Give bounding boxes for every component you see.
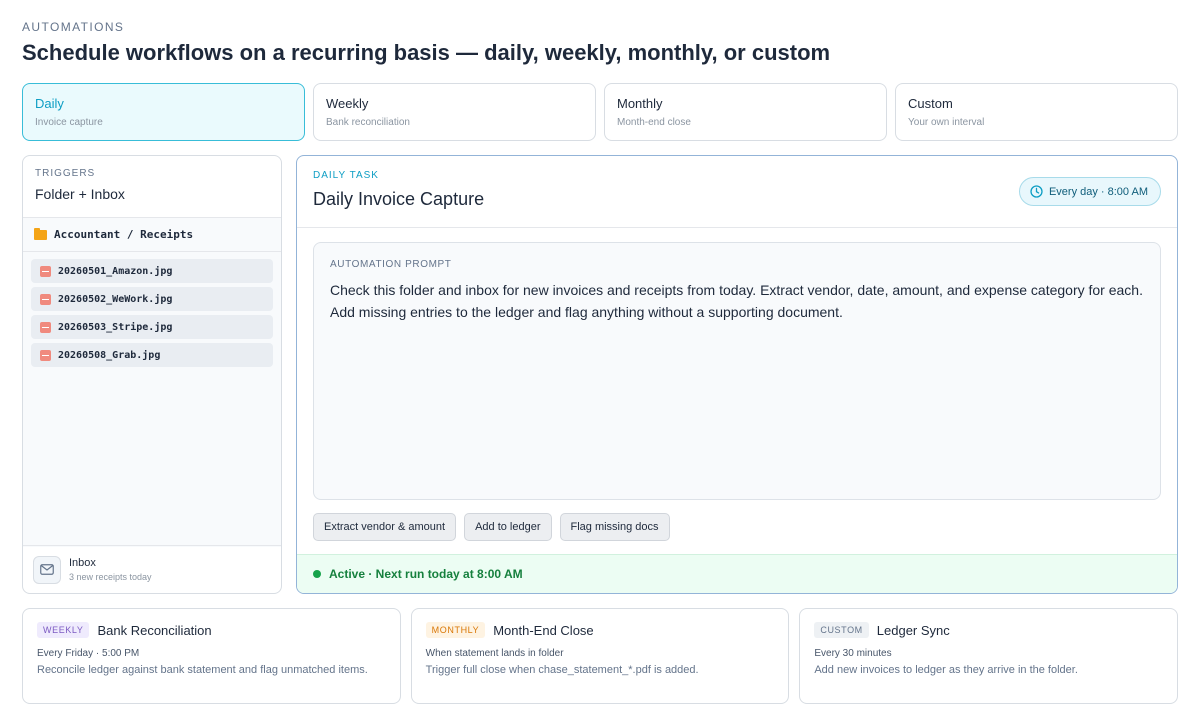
inbox-trigger[interactable]: Inbox 3 new receipts today (23, 545, 281, 593)
tab-subtitle: Month-end close (617, 117, 691, 128)
inbox-subtitle: 3 new receipts today (69, 572, 152, 582)
status-bar: Active · Next run today at 8:00 AM (297, 554, 1177, 593)
file-item[interactable]: 20260503_Stripe.jpg (31, 315, 273, 339)
tab-daily[interactable]: Daily Invoice capture (22, 83, 305, 141)
card-title: Ledger Sync (876, 622, 950, 638)
schedule-pill[interactable]: Every day · 8:00 AM (1018, 177, 1161, 206)
frequency-badge: CUSTOM (814, 622, 869, 638)
chip-flag-missing-docs[interactable]: Flag missing docs (559, 513, 670, 541)
image-file-icon (40, 265, 51, 277)
schedule-label: Every day · 8:00 AM (1048, 185, 1148, 198)
tab-custom[interactable]: Custom Your own interval (895, 83, 1178, 141)
card-description: Trigger full close when chase_statement_… (425, 664, 699, 676)
frequency-badge: WEEKLY (37, 622, 90, 638)
image-file-icon (40, 293, 51, 305)
card-description: Add new invoices to ledger as they arriv… (814, 664, 1078, 676)
page-eyebrow: AUTOMATIONS (22, 20, 125, 34)
file-item[interactable]: 20260502_WeWork.jpg (31, 287, 273, 311)
frequency-badge: MONTHLY (425, 622, 486, 638)
file-name: 20260508_Grab.jpg (58, 349, 161, 361)
tab-subtitle: Your own interval (908, 117, 985, 128)
triggers-header: TRIGGERS Folder + Inbox (23, 156, 281, 218)
tab-label: Custom (908, 96, 953, 111)
triggers-title: Folder + Inbox (35, 186, 125, 202)
file-list: 20260501_Amazon.jpg 20260502_WeWork.jpg … (23, 252, 281, 547)
file-name: 20260503_Stripe.jpg (58, 321, 173, 333)
card-schedule: When statement lands in folder (425, 648, 564, 659)
card-title: Bank Reconciliation (97, 622, 212, 638)
automation-card-monthly[interactable]: MONTHLY Month-End Close When statement l… (410, 608, 790, 704)
prompt-label: AUTOMATION PROMPT (330, 259, 452, 270)
folder-icon (34, 227, 47, 240)
status-text: Active · Next run today at 8:00 AM (329, 567, 523, 581)
frequency-tabs: Daily Invoice capture Weekly Bank reconc… (22, 83, 1178, 141)
card-title: Month-End Close (493, 622, 594, 638)
card-description: Reconcile ledger against bank statement … (37, 664, 368, 676)
image-file-icon (40, 321, 51, 333)
clock-icon (1030, 185, 1043, 198)
page-title: Schedule workflows on a recurring basis … (22, 40, 831, 65)
tab-label: Weekly (326, 96, 369, 111)
folder-path[interactable]: Accountant / Receipts (23, 218, 281, 252)
image-file-icon (40, 349, 51, 361)
file-item[interactable]: 20260508_Grab.jpg (31, 343, 273, 367)
file-item[interactable]: 20260501_Amazon.jpg (31, 259, 273, 283)
task-header: DAILY TASK Daily Invoice Capture Every d… (297, 156, 1177, 228)
status-dot (313, 570, 321, 578)
chip-extract-vendor[interactable]: Extract vendor & amount (313, 513, 457, 541)
inbox-title: Inbox (69, 557, 96, 569)
triggers-panel: TRIGGERS Folder + Inbox Accountant / Rec… (22, 155, 282, 594)
tab-subtitle: Bank reconciliation (326, 117, 410, 128)
prompt-text[interactable]: Check this folder and inbox for new invo… (330, 279, 1144, 323)
triggers-eyebrow: TRIGGERS (35, 168, 96, 179)
tab-monthly[interactable]: Monthly Month-end close (604, 83, 887, 141)
task-panel: DAILY TASK Daily Invoice Capture Every d… (296, 155, 1178, 594)
automation-card-custom[interactable]: CUSTOM Ledger Sync Every 30 minutes Add … (799, 608, 1179, 704)
chip-add-to-ledger[interactable]: Add to ledger (464, 513, 552, 541)
action-chips: Extract vendor & amount Add to ledger Fl… (313, 513, 670, 541)
tab-weekly[interactable]: Weekly Bank reconciliation (313, 83, 596, 141)
other-automations: WEEKLY Bank Reconciliation Every Friday … (22, 608, 1179, 704)
file-name: 20260501_Amazon.jpg (58, 265, 173, 277)
tab-label: Daily (35, 96, 64, 111)
folder-label: Accountant / Receipts (54, 228, 194, 241)
card-schedule: Every 30 minutes (814, 648, 892, 659)
automation-card-weekly[interactable]: WEEKLY Bank Reconciliation Every Friday … (22, 608, 401, 704)
tab-subtitle: Invoice capture (35, 117, 103, 128)
tab-label: Monthly (617, 96, 663, 111)
automation-prompt-field[interactable]: AUTOMATION PROMPT Check this folder and … (313, 242, 1161, 500)
file-name: 20260502_WeWork.jpg (58, 293, 173, 305)
mail-icon (33, 555, 61, 584)
card-schedule: Every Friday · 5:00 PM (37, 648, 140, 659)
